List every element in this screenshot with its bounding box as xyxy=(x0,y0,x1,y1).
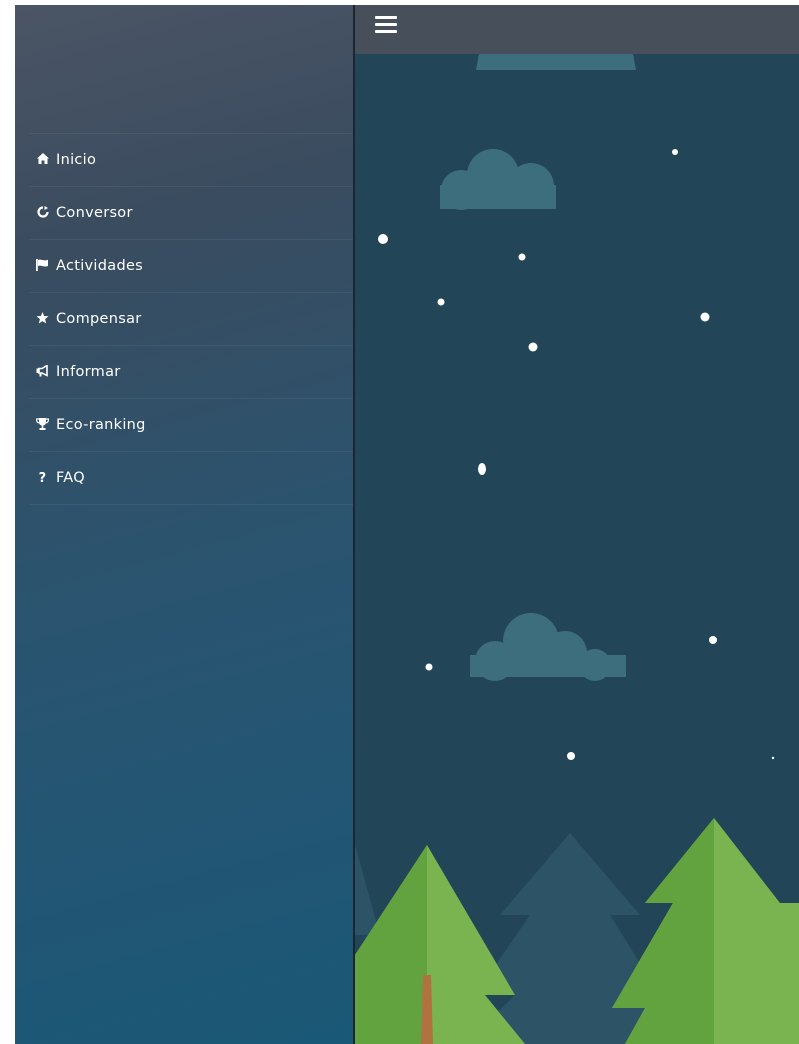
sidebar-item-inicio[interactable]: Inicio xyxy=(29,133,353,186)
cloud-2 xyxy=(470,613,626,681)
tree-edge-left xyxy=(355,845,380,935)
sidebar: Inicio Conversor Actividades Compensar I… xyxy=(15,5,353,1044)
sidebar-item-conversor[interactable]: Conversor xyxy=(29,186,353,239)
forest-night-illustration xyxy=(355,54,799,1044)
sidebar-item-compensar[interactable]: Compensar xyxy=(29,292,353,345)
cloud-1 xyxy=(440,149,556,210)
sidebar-item-label: Eco-ranking xyxy=(56,417,146,433)
sidebar-item-label: Conversor xyxy=(56,205,133,221)
sidebar-item-label: Inicio xyxy=(56,152,97,168)
sidebar-item-faq[interactable]: ? FAQ xyxy=(29,451,353,505)
sidebar-item-label: Informar xyxy=(56,364,121,380)
tree-left xyxy=(355,845,525,1044)
top-bar xyxy=(355,5,799,54)
sidebar-item-label: Compensar xyxy=(56,311,142,327)
megaphone-icon xyxy=(35,363,50,380)
question-icon: ? xyxy=(38,470,47,486)
trophy-icon xyxy=(35,417,50,433)
sidebar-menu: Inicio Conversor Actividades Compensar I… xyxy=(29,133,353,505)
flag-icon xyxy=(35,258,50,274)
sidebar-item-eco-ranking[interactable]: Eco-ranking xyxy=(29,398,353,451)
cloud-top xyxy=(476,54,636,70)
sidebar-item-label: Actividades xyxy=(56,258,144,274)
hamburger-menu-icon[interactable] xyxy=(375,16,397,34)
sidebar-item-label: FAQ xyxy=(56,470,85,486)
refresh-icon xyxy=(35,205,50,221)
sidebar-item-informar[interactable]: Informar xyxy=(29,345,353,398)
sidebar-item-actividades[interactable]: Actividades xyxy=(29,239,353,292)
home-icon xyxy=(35,153,50,167)
star-icon xyxy=(35,311,50,327)
main-content xyxy=(355,5,799,1044)
